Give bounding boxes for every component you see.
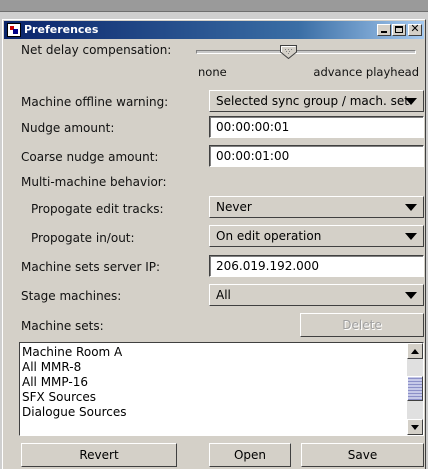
nudge-label: Nudge amount:	[21, 121, 115, 135]
list-item[interactable]: SFX Sources	[22, 390, 405, 405]
server-ip-field[interactable]: 206.019.192.000	[209, 255, 424, 277]
machine-offline-label: Machine offline warning:	[21, 95, 169, 109]
edit-tracks-select[interactable]: Never	[209, 196, 424, 218]
list-item[interactable]: Machine Room A	[22, 345, 405, 360]
chevron-down-icon	[405, 98, 417, 105]
net-delay-label: Net delay compensation:	[21, 43, 172, 57]
list-item[interactable]: Dialogue Sources	[22, 405, 405, 420]
server-ip-label: Machine sets server IP:	[21, 260, 161, 274]
edit-tracks-value: Never	[216, 200, 252, 214]
stage-machines-select[interactable]: All	[209, 284, 424, 306]
revert-button[interactable]: Revert	[21, 443, 177, 467]
in-out-value: On edit operation	[216, 229, 322, 243]
chevron-down-icon	[405, 292, 417, 299]
window-title: Preferences	[24, 23, 99, 36]
net-delay-slider-thumb[interactable]	[279, 45, 297, 59]
coarse-nudge-value: 00:00:01:00	[216, 149, 290, 163]
list-item[interactable]: All MMP-16	[22, 375, 405, 390]
machine-offline-select[interactable]: Selected sync group / mach. set	[209, 90, 424, 112]
nudge-value: 00:00:00:01	[216, 120, 290, 134]
open-button[interactable]: Open	[209, 443, 291, 467]
title-bar[interactable]: Preferences ✕	[4, 21, 424, 39]
list-item[interactable]: All MMR-8	[22, 360, 405, 375]
in-out-label: Propogate in/out:	[31, 231, 135, 245]
coarse-nudge-field[interactable]: 00:00:01:00	[209, 145, 424, 167]
background-strip	[0, 0, 428, 12]
in-out-select[interactable]: On edit operation	[209, 225, 424, 247]
coarse-nudge-label: Coarse nudge amount:	[21, 150, 159, 164]
net-delay-min-label: none	[198, 65, 227, 79]
scroll-up-button[interactable]	[407, 343, 423, 359]
save-button[interactable]: Save	[301, 443, 424, 467]
machine-offline-value: Selected sync group / mach. set	[216, 94, 409, 108]
app-icon	[7, 23, 21, 37]
scrollbar-thumb[interactable]	[407, 376, 423, 401]
stage-machines-label: Stage machines:	[21, 289, 122, 303]
scroll-down-button[interactable]	[407, 419, 423, 435]
nudge-field[interactable]: 00:00:00:01	[209, 116, 424, 138]
server-ip-value: 206.019.192.000	[216, 259, 320, 273]
net-delay-slider-track[interactable]	[196, 50, 416, 54]
machine-sets-list[interactable]: Machine Room A All MMR-8 All MMP-16 SFX …	[19, 342, 424, 436]
minimize-button[interactable]	[377, 24, 391, 36]
chevron-down-icon	[405, 204, 417, 211]
stage-machines-value: All	[216, 288, 231, 302]
vertical-scrollbar[interactable]	[407, 343, 423, 435]
multi-machine-label: Multi-machine behavior:	[21, 175, 167, 189]
maximize-button[interactable]	[392, 24, 406, 36]
net-delay-max-label: advance playhead	[313, 65, 419, 79]
machine-sets-label: Machine sets:	[21, 319, 104, 333]
close-button[interactable]: ✕	[408, 22, 422, 36]
maximize-icon	[395, 26, 403, 33]
chevron-down-icon	[405, 233, 417, 240]
minimize-icon	[381, 31, 387, 33]
delete-button[interactable]: Delete	[300, 313, 424, 337]
edit-tracks-label: Propogate edit tracks:	[31, 202, 164, 216]
close-icon: ✕	[410, 22, 420, 35]
